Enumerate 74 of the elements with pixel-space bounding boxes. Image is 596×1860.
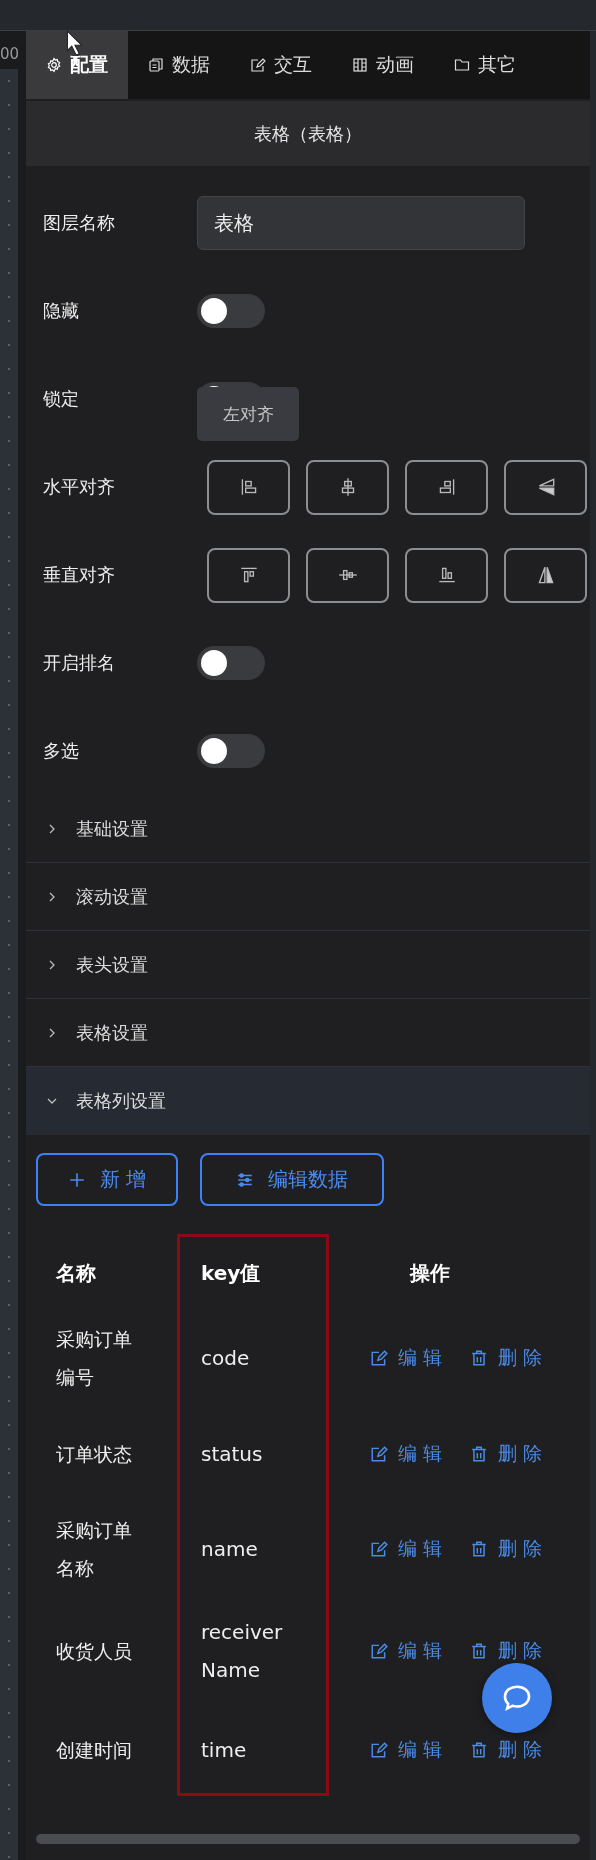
collapse-header[interactable]: 表格列设置 [26, 1067, 590, 1135]
collapse-header[interactable]: 表头设置 [26, 931, 590, 999]
table-cell-text: code [201, 1344, 251, 1372]
align-bottom-button[interactable] [405, 547, 488, 603]
setting-label: 水平对齐 [43, 475, 116, 499]
setting-label: 隐藏 [43, 299, 80, 323]
edit-icon [370, 1539, 388, 1558]
collapse-header[interactable]: 滚动设置 [26, 863, 590, 931]
table-cell-text: receiverName [201, 1619, 284, 1684]
edit-link[interactable]: 编 辑 [370, 1535, 443, 1562]
ruler-label: 00 [0, 44, 21, 65]
edit-icon [370, 1444, 388, 1463]
flip-horizontal-button[interactable] [504, 459, 587, 515]
edit-data-button[interactable]: 编辑数据 [200, 1153, 384, 1206]
table-cell-text: 采购订单编号 [56, 1326, 133, 1390]
setting-label: 多选 [43, 739, 80, 763]
toggle-switch[interactable] [197, 646, 265, 680]
plus-icon [67, 1170, 86, 1189]
toggle-switch[interactable] [197, 734, 265, 768]
flip-vertical-button[interactable] [504, 547, 587, 603]
delete-link[interactable]: 删 除 [470, 1344, 543, 1371]
setting-label: 锁定 [43, 387, 80, 411]
edit-icon [250, 57, 266, 73]
column-header: 操作 [409, 1259, 450, 1287]
align-left-button[interactable] [207, 459, 290, 515]
delete-link[interactable]: 删 除 [470, 1638, 543, 1664]
trash-icon [470, 1444, 489, 1463]
edit-link[interactable]: 编 辑 [370, 1736, 443, 1763]
toggle-switch[interactable] [197, 294, 265, 328]
panel-title: 表格（表格） [26, 101, 590, 166]
table-cell-text: status [201, 1440, 264, 1468]
trash-icon [470, 1348, 489, 1367]
align-right-button[interactable] [405, 459, 488, 515]
trash-icon [470, 1539, 489, 1558]
edit-link[interactable]: 编 辑 [370, 1638, 443, 1664]
table-cell-text: 收货人员 [56, 1639, 133, 1664]
film-icon [352, 57, 368, 73]
scrollbar[interactable] [36, 1834, 580, 1844]
copy-icon [148, 57, 164, 73]
column-header: key值 [201, 1259, 261, 1287]
align-center-button[interactable] [306, 459, 389, 515]
edit-icon [370, 1642, 388, 1660]
input-field[interactable]: 表格 [197, 196, 525, 250]
collapse-header[interactable]: 基础设置 [26, 795, 590, 863]
gear-icon [46, 57, 62, 73]
table-cell-text: name [201, 1535, 259, 1563]
trash-icon [470, 1642, 489, 1660]
delete-link[interactable]: 删 除 [470, 1440, 543, 1467]
table-cell-text: time [201, 1736, 248, 1764]
tab[interactable]: 数据 [128, 31, 230, 99]
setting-label: 开启排名 [43, 651, 116, 675]
sliders-icon [236, 1170, 254, 1189]
add-button[interactable]: 新 增 [36, 1153, 178, 1206]
tab[interactable]: 其它 [434, 31, 536, 99]
tab[interactable]: 交互 [230, 31, 332, 99]
table-cell-text: 采购订单名称 [56, 1517, 133, 1581]
align-top-button[interactable] [207, 547, 290, 603]
setting-label: 图层名称 [43, 211, 116, 235]
edit-link[interactable]: 编 辑 [370, 1344, 443, 1371]
folder-icon [454, 57, 470, 73]
tab[interactable]: 动画 [332, 31, 434, 99]
edit-icon [370, 1740, 388, 1759]
delete-link[interactable]: 删 除 [470, 1736, 543, 1763]
tab[interactable]: 配置 [26, 31, 128, 99]
column-header: 名称 [56, 1259, 96, 1287]
tooltip: 左对齐 [197, 387, 299, 441]
edit-icon [370, 1348, 388, 1367]
delete-link[interactable]: 删 除 [470, 1535, 543, 1562]
align-middle-button[interactable] [306, 547, 389, 603]
table-cell-text: 订单状态 [56, 1441, 133, 1467]
edit-link[interactable]: 编 辑 [370, 1440, 443, 1467]
table-cell-text: 创建时间 [56, 1737, 133, 1763]
trash-icon [470, 1740, 489, 1759]
setting-label: 垂直对齐 [43, 563, 116, 587]
